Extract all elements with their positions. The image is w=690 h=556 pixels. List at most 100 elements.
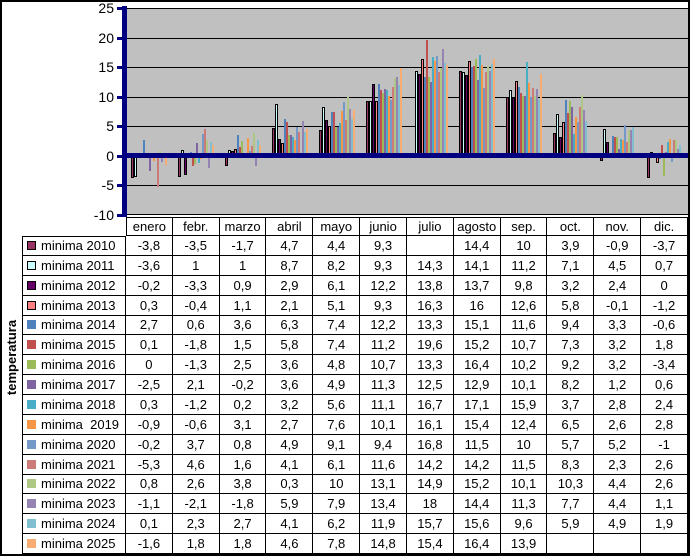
month-header: julio bbox=[407, 217, 454, 236]
table-cell: 2,6 bbox=[173, 475, 220, 495]
table-cell: -3,3 bbox=[173, 276, 220, 296]
month-header: enero bbox=[126, 217, 173, 236]
series-name: minima 2018 bbox=[41, 397, 115, 412]
table-cell: 9,4 bbox=[360, 435, 407, 455]
table-cell: 7,9 bbox=[313, 494, 360, 514]
y-axis-tick bbox=[117, 155, 123, 158]
legend-color-swatch bbox=[27, 519, 36, 528]
table-cell: 1,9 bbox=[641, 514, 688, 534]
month-header: nov. bbox=[594, 217, 641, 236]
table-cell: -3,6 bbox=[126, 256, 173, 276]
table-cell: -1,3 bbox=[173, 355, 220, 375]
table-cell: 16 bbox=[454, 296, 501, 316]
table-cell: 16,3 bbox=[407, 296, 454, 316]
table-cell: 2,4 bbox=[641, 395, 688, 415]
table-cell: 14,8 bbox=[360, 534, 407, 554]
table-cell: 3,8 bbox=[220, 475, 267, 495]
table-cell: 10 bbox=[501, 435, 548, 455]
table-cell: -3,4 bbox=[641, 355, 688, 375]
table-cell: 4,4 bbox=[313, 236, 360, 256]
table-cell: 5,9 bbox=[547, 514, 594, 534]
bar-slot bbox=[587, 8, 589, 215]
table-cell: 8,3 bbox=[547, 455, 594, 475]
month-header: marzo bbox=[220, 217, 267, 236]
series-name: minima 2014 bbox=[41, 317, 115, 332]
table-cell: 14,4 bbox=[454, 236, 501, 256]
table-cell: 11,3 bbox=[501, 494, 548, 514]
month-header: oct. bbox=[547, 217, 594, 236]
table-cell: 1,1 bbox=[641, 494, 688, 514]
series-name: minima 2023 bbox=[41, 496, 115, 511]
table-cell: 4,7 bbox=[266, 236, 313, 256]
table-cell bbox=[407, 236, 454, 256]
series-name: minima 2022 bbox=[41, 476, 115, 491]
bar bbox=[632, 127, 634, 156]
table-cell: 1,1 bbox=[220, 296, 267, 316]
table-cell: 4,9 bbox=[266, 435, 313, 455]
table-cell: 2,3 bbox=[173, 514, 220, 534]
bar-clusters bbox=[126, 8, 688, 215]
table-cell: 4,1 bbox=[266, 514, 313, 534]
series-legend-label: minima 2021 bbox=[22, 455, 126, 475]
legend-color-swatch bbox=[27, 301, 36, 310]
table-cell: 14,2 bbox=[407, 455, 454, 475]
table-cell: -1,1 bbox=[126, 494, 173, 514]
legend-color-swatch bbox=[27, 360, 36, 369]
legend-color-swatch bbox=[27, 420, 36, 429]
table-cell: -3,8 bbox=[126, 236, 173, 256]
table-cell: 1,8 bbox=[220, 534, 267, 554]
bar bbox=[353, 110, 355, 156]
table-cell: 0,3 bbox=[126, 296, 173, 316]
table-cell: 2,5 bbox=[220, 355, 267, 375]
legend-color-swatch bbox=[27, 261, 36, 270]
month-header: junio bbox=[360, 217, 407, 236]
table-cell: -1,8 bbox=[173, 335, 220, 355]
table-cell: 15,4 bbox=[407, 534, 454, 554]
bar bbox=[134, 156, 137, 177]
table-cell: 4,6 bbox=[266, 534, 313, 554]
table-cell: 4,4 bbox=[594, 475, 641, 495]
month-header: agosto bbox=[454, 217, 501, 236]
y-axis-title-wrap: temperatura bbox=[2, 217, 22, 554]
table-cell: 3,7 bbox=[547, 395, 594, 415]
table-cell: 7,7 bbox=[547, 494, 594, 514]
bar-slot bbox=[259, 8, 261, 215]
table-cell: 10,1 bbox=[501, 475, 548, 495]
table-cell: 0 bbox=[126, 355, 173, 375]
y-tick-label: 15 bbox=[98, 59, 114, 75]
series-legend-label: minima 2024 bbox=[22, 514, 126, 534]
month-cluster-oct bbox=[547, 8, 594, 215]
table-cell: 12,9 bbox=[454, 375, 501, 395]
table-cell: 7,4 bbox=[313, 335, 360, 355]
table-cell: 3,2 bbox=[594, 335, 641, 355]
bar-slot bbox=[353, 8, 355, 215]
month-cluster-julio bbox=[407, 8, 454, 215]
table-cell: 15,7 bbox=[407, 514, 454, 534]
month-header: sep. bbox=[501, 217, 548, 236]
table-cell: 2,8 bbox=[594, 395, 641, 415]
y-tick-label: 5 bbox=[106, 118, 114, 134]
table-cell: 1,5 bbox=[220, 335, 267, 355]
table-cell: 0,9 bbox=[220, 276, 267, 296]
table-cell: 0,2 bbox=[220, 395, 267, 415]
table-cell: 10,1 bbox=[501, 375, 548, 395]
table-cell: 0,1 bbox=[126, 514, 173, 534]
table-cell: 3,9 bbox=[547, 236, 594, 256]
table-cell: 16,4 bbox=[454, 534, 501, 554]
bar bbox=[446, 65, 448, 156]
bar-slot bbox=[306, 8, 308, 215]
table-cell: 19,6 bbox=[407, 335, 454, 355]
series-name: minima 2016 bbox=[41, 357, 115, 372]
table-cell: 12,2 bbox=[360, 316, 407, 336]
y-tick-label: 25 bbox=[98, 0, 114, 16]
table-cell: 9,3 bbox=[360, 256, 407, 276]
table-cell: -1 bbox=[641, 435, 688, 455]
table-cell: 13,7 bbox=[454, 276, 501, 296]
table-cell: 16,4 bbox=[454, 355, 501, 375]
legend-color-swatch bbox=[27, 340, 36, 349]
table-cell: 3,6 bbox=[220, 316, 267, 336]
month-cluster-junio bbox=[360, 8, 407, 215]
series-legend-label: minima 2016 bbox=[22, 355, 126, 375]
table-cell: 3,2 bbox=[594, 355, 641, 375]
bar-slot bbox=[540, 8, 542, 215]
